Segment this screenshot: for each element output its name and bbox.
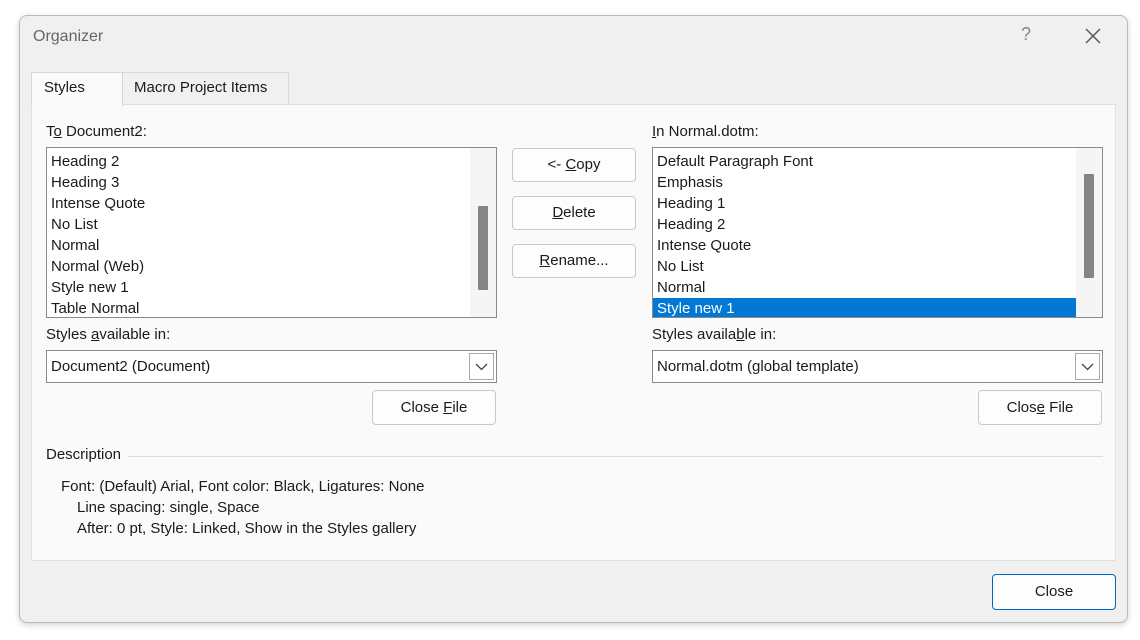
close-icon[interactable] bbox=[1081, 23, 1105, 49]
left-combo-value: Document2 (Document) bbox=[51, 358, 211, 375]
left-styles-available-label: Styles available in: bbox=[46, 326, 171, 343]
list-item[interactable]: Heading 2 bbox=[653, 214, 1076, 235]
to-document-styles-list[interactable]: Heading 2 Heading 3 Intense Quote No Lis… bbox=[46, 147, 497, 318]
left-close-file-button[interactable]: Close File bbox=[372, 390, 496, 425]
left-styles-available-dropdown[interactable]: Document2 (Document) bbox=[46, 350, 497, 383]
tab-macro-project-items[interactable]: Macro Project Items bbox=[121, 72, 289, 103]
list-item[interactable]: Normal bbox=[47, 235, 470, 256]
right-list-scrollbar[interactable] bbox=[1076, 148, 1102, 317]
right-list-items: Default Paragraph Font Emphasis Heading … bbox=[653, 151, 1076, 317]
description-line-1: Font: (Default) Arial, Font color: Black… bbox=[61, 478, 425, 495]
left-list-items: Heading 2 Heading 3 Intense Quote No Lis… bbox=[47, 151, 470, 317]
list-item[interactable]: Normal (Web) bbox=[47, 256, 470, 277]
list-item[interactable]: Heading 2 bbox=[47, 151, 470, 172]
close-button[interactable]: Close bbox=[992, 574, 1116, 610]
right-scroll-thumb[interactable] bbox=[1084, 174, 1094, 278]
left-list-scrollbar[interactable] bbox=[470, 148, 496, 317]
description-heading: Description bbox=[46, 446, 122, 463]
list-item[interactable]: No List bbox=[47, 214, 470, 235]
styles-panel: To Document2: Heading 2 Heading 3 Intens… bbox=[31, 104, 1116, 561]
list-item-selected[interactable]: Style new 1 bbox=[653, 298, 1076, 317]
organizer-dialog: Organizer ? Styles Macro Project Items T… bbox=[19, 15, 1128, 623]
chevron-down-icon[interactable] bbox=[469, 353, 494, 380]
list-item[interactable]: Intense Quote bbox=[653, 235, 1076, 256]
in-normal-label: In Normal.dotm: bbox=[652, 123, 759, 140]
in-normal-styles-list[interactable]: Default Paragraph Font Emphasis Heading … bbox=[652, 147, 1103, 318]
list-item[interactable]: Heading 1 bbox=[653, 193, 1076, 214]
delete-button[interactable]: Delete bbox=[512, 196, 636, 230]
chevron-down-icon[interactable] bbox=[1075, 353, 1100, 380]
left-scroll-thumb[interactable] bbox=[478, 206, 488, 290]
list-item[interactable]: Intense Quote bbox=[47, 193, 470, 214]
list-item[interactable]: Style new 1 bbox=[47, 277, 470, 298]
description-line-3: After: 0 pt, Style: Linked, Show in the … bbox=[77, 520, 417, 537]
list-item[interactable]: Default Paragraph Font bbox=[653, 151, 1076, 172]
rename-button[interactable]: Rename... bbox=[512, 244, 636, 278]
description-line-2: Line spacing: single, Space bbox=[77, 499, 260, 516]
list-item[interactable]: Emphasis bbox=[653, 172, 1076, 193]
tab-macro-label: Macro Project Items bbox=[134, 79, 268, 96]
copy-button[interactable]: <- Copy bbox=[512, 148, 636, 182]
right-styles-available-dropdown[interactable]: Normal.dotm (global template) bbox=[652, 350, 1103, 383]
list-item[interactable]: Heading 3 bbox=[47, 172, 470, 193]
tab-styles[interactable]: Styles bbox=[31, 72, 123, 106]
list-item[interactable]: Table Normal bbox=[47, 298, 470, 317]
list-item[interactable]: No List bbox=[653, 256, 1076, 277]
dialog-title: Organizer bbox=[33, 28, 104, 45]
description-divider bbox=[128, 456, 1103, 457]
right-close-file-button[interactable]: Close File bbox=[978, 390, 1102, 425]
right-combo-value: Normal.dotm (global template) bbox=[657, 358, 859, 375]
right-styles-available-label: Styles available in: bbox=[652, 326, 777, 343]
tab-styles-label: Styles bbox=[44, 79, 85, 96]
to-document-label: To Document2: bbox=[46, 123, 147, 140]
list-item[interactable]: Normal bbox=[653, 277, 1076, 298]
help-icon[interactable]: ? bbox=[1016, 24, 1036, 48]
